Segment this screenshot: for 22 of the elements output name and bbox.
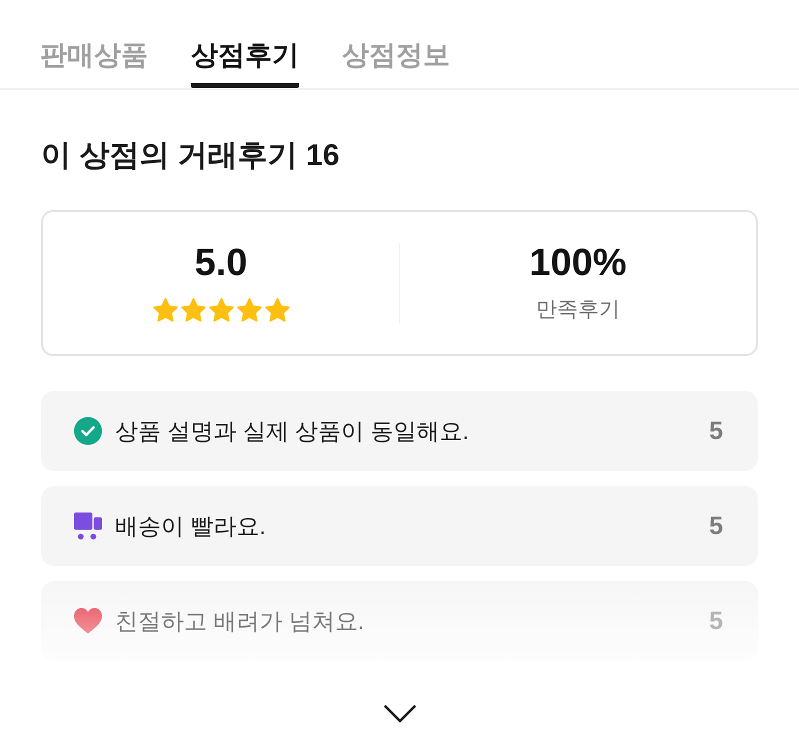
- review-label: 친절하고 배려가 넘쳐요.: [115, 607, 366, 636]
- star-icon: [180, 296, 206, 324]
- review-count: 5: [709, 512, 723, 540]
- review-count: 5: [709, 606, 723, 636]
- check-circle-icon: [74, 417, 102, 445]
- review-label: 상품 설명과 실제 상품이 동일해요.: [115, 417, 470, 446]
- tab[interactable]: 판매상품: [40, 0, 148, 88]
- tab[interactable]: 상점정보: [342, 0, 450, 88]
- tab[interactable]: 상점후기: [191, 0, 299, 88]
- star-icon: [152, 296, 178, 324]
- review-count: 5: [709, 416, 723, 446]
- chevron-down-icon[interactable]: [384, 705, 416, 723]
- heart-icon: [74, 607, 102, 635]
- star-icon: [236, 296, 262, 324]
- star-icon: [264, 296, 290, 324]
- rating-value: 5.0: [194, 241, 248, 285]
- satisfaction-label: 만족후기: [536, 297, 620, 323]
- review-label: 배송이 빨라요.: [115, 512, 267, 541]
- satisfaction-value: 100%: [529, 241, 627, 285]
- truck-icon: [74, 512, 102, 540]
- star-icon: [208, 296, 234, 324]
- section-title: 이 상점의 거래후기 16: [41, 138, 340, 174]
